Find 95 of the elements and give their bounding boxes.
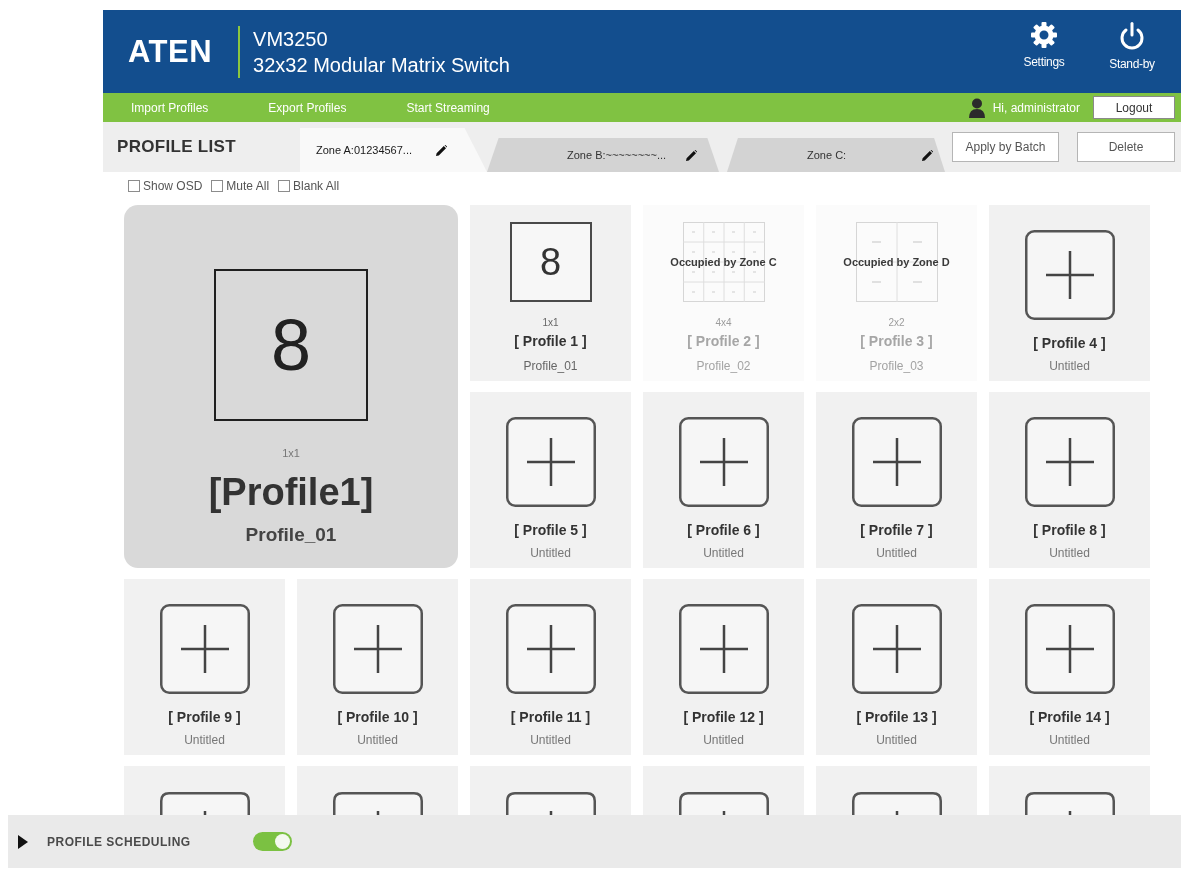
profile-title: [ Profile 2 ] [687, 332, 760, 350]
occupied-notice: Occupied by Zone D [843, 256, 950, 269]
profile-title: [Profile1] [208, 472, 374, 512]
layout-label: 4x4 [715, 317, 732, 329]
caret-icon[interactable] [18, 834, 28, 849]
profile-tile[interactable]: [ Profile 14 ] Untitled [989, 579, 1150, 755]
profile-tile[interactable]: [ Profile 6 ] Untitled [643, 392, 804, 568]
gear-icon [1031, 22, 1057, 48]
delete-button[interactable]: Delete [1077, 132, 1175, 162]
profile-tile[interactable] [989, 766, 1150, 815]
power-icon [1119, 22, 1145, 50]
checkbox-label: Mute All [226, 178, 270, 193]
settings-button[interactable]: Settings [1009, 22, 1079, 69]
section-title: PROFILE SCHEDULING [47, 834, 191, 849]
profile-tile[interactable]: [ Profile 5 ] Untitled [470, 392, 631, 568]
profile-tile[interactable]: [ Profile 13 ] Untitled [816, 579, 977, 755]
profile-name: Untitled [876, 545, 917, 561]
profile-name: Untitled [1049, 732, 1090, 748]
plus-box-icon [1024, 230, 1115, 320]
greeting-text: Hi, administrator [992, 100, 1080, 115]
layout-preview: 8 [509, 222, 592, 302]
profile-title: [ Profile 6 ] [687, 521, 760, 539]
profile-title: [ Profile 5 ] [514, 521, 587, 539]
plus-box-icon [332, 604, 423, 694]
profile-tile[interactable]: [ Profile 7 ] Untitled [816, 392, 977, 568]
profile-title: [ Profile 4 ] [1033, 334, 1106, 352]
profile-name: Profile_01 [245, 524, 337, 546]
profile-title: [ Profile 14 ] [1029, 708, 1110, 726]
occupied-notice: Occupied by Zone C [670, 256, 777, 269]
profile-name: Untitled [184, 732, 225, 748]
model-name: VM3250 [253, 26, 329, 51]
profile-name: Untitled [876, 732, 917, 748]
layout-preview: 8 [214, 269, 368, 421]
plus-box-icon [678, 417, 769, 507]
profile-tile[interactable] [124, 766, 285, 815]
zone-tab[interactable]: Zone B:~~~~~~~~... [487, 138, 719, 172]
brand-logo: ATEN [128, 36, 213, 67]
profile-tile[interactable]: [ Profile 9 ] Untitled [124, 579, 285, 755]
checkbox[interactable] [128, 179, 140, 192]
profile-title: [ Profile 8 ] [1033, 521, 1106, 539]
toggle-switch[interactable] [252, 832, 292, 851]
profile-title: [ Profile 7 ] [860, 521, 933, 539]
layout-label: 2x2 [888, 317, 905, 329]
profile-name: Profile_03 [869, 358, 924, 374]
profile-title: [ Profile 1 ] [514, 332, 587, 350]
profile-name: Untitled [1049, 358, 1090, 374]
section-title: PROFILE LIST [116, 137, 237, 157]
profile-name: Untitled [530, 732, 571, 748]
plus-box-icon [851, 417, 942, 507]
profile-name: Untitled [703, 732, 744, 748]
profile-tile[interactable]: [ Profile 12 ] Untitled [643, 579, 804, 755]
pencil-icon[interactable] [686, 149, 697, 161]
plus-box-icon [505, 417, 596, 507]
profile-title: [ Profile 9 ] [168, 708, 241, 726]
plus-box-icon [1024, 604, 1115, 694]
layout-label: 1x1 [542, 317, 559, 329]
user-icon [968, 97, 985, 118]
profile-name: Untitled [530, 545, 571, 561]
profile-tile[interactable]: [ Profile 11 ] Untitled [470, 579, 631, 755]
plus-box-icon [851, 604, 942, 694]
profile-tile[interactable]: [ Profile 10 ] Untitled [297, 579, 458, 755]
plus-box-icon [159, 604, 250, 694]
plus-box-icon [678, 604, 769, 694]
zone-tab[interactable]: Zone C: [727, 138, 945, 172]
profile-name: Untitled [703, 545, 744, 561]
profile-name: Profile_01 [523, 358, 578, 374]
pencil-icon[interactable] [922, 149, 933, 161]
profile-tile[interactable]: 8 1x1 [ Profile 1 ] Profile_01 [470, 205, 631, 381]
profile-title: [ Profile 13 ] [856, 708, 937, 726]
product-name: 32x32 Modular Matrix Switch [253, 52, 510, 77]
profile-title: [ Profile 10 ] [337, 708, 418, 726]
standby-button[interactable]: Stand-by [1097, 22, 1167, 71]
profile-tile[interactable]: [ Profile 4 ] Untitled [989, 205, 1150, 381]
plus-box-icon [1024, 417, 1115, 507]
profile-title: [ Profile 11 ] [510, 708, 591, 726]
apply-batch-button[interactable]: Apply by Batch [952, 132, 1059, 162]
profile-name: Untitled [357, 732, 398, 748]
zone-tab[interactable]: Zone A:01234567... [300, 128, 487, 172]
profile-title: [ Profile 3 ] [860, 332, 933, 350]
checkbox[interactable] [211, 179, 224, 192]
profile-tile[interactable] [470, 766, 631, 815]
profile-tile[interactable]: [ Profile 8 ] Untitled [989, 392, 1150, 568]
profile-tile[interactable] [816, 766, 977, 815]
profile-tile[interactable] [297, 766, 458, 815]
plus-box-icon [505, 604, 596, 694]
profile-name: Profile_02 [696, 358, 751, 374]
profile-title: [ Profile 12 ] [683, 708, 764, 726]
layout-label: 1x1 [282, 446, 300, 460]
checkbox-label: Blank All [293, 178, 340, 193]
checkbox-label: Show OSD [143, 178, 203, 193]
pencil-icon[interactable] [436, 144, 447, 156]
checkbox[interactable] [278, 179, 291, 192]
profile-tile[interactable] [643, 766, 804, 815]
logout-button[interactable]: Logout [1093, 96, 1175, 119]
profile-name: Untitled [1049, 545, 1090, 561]
